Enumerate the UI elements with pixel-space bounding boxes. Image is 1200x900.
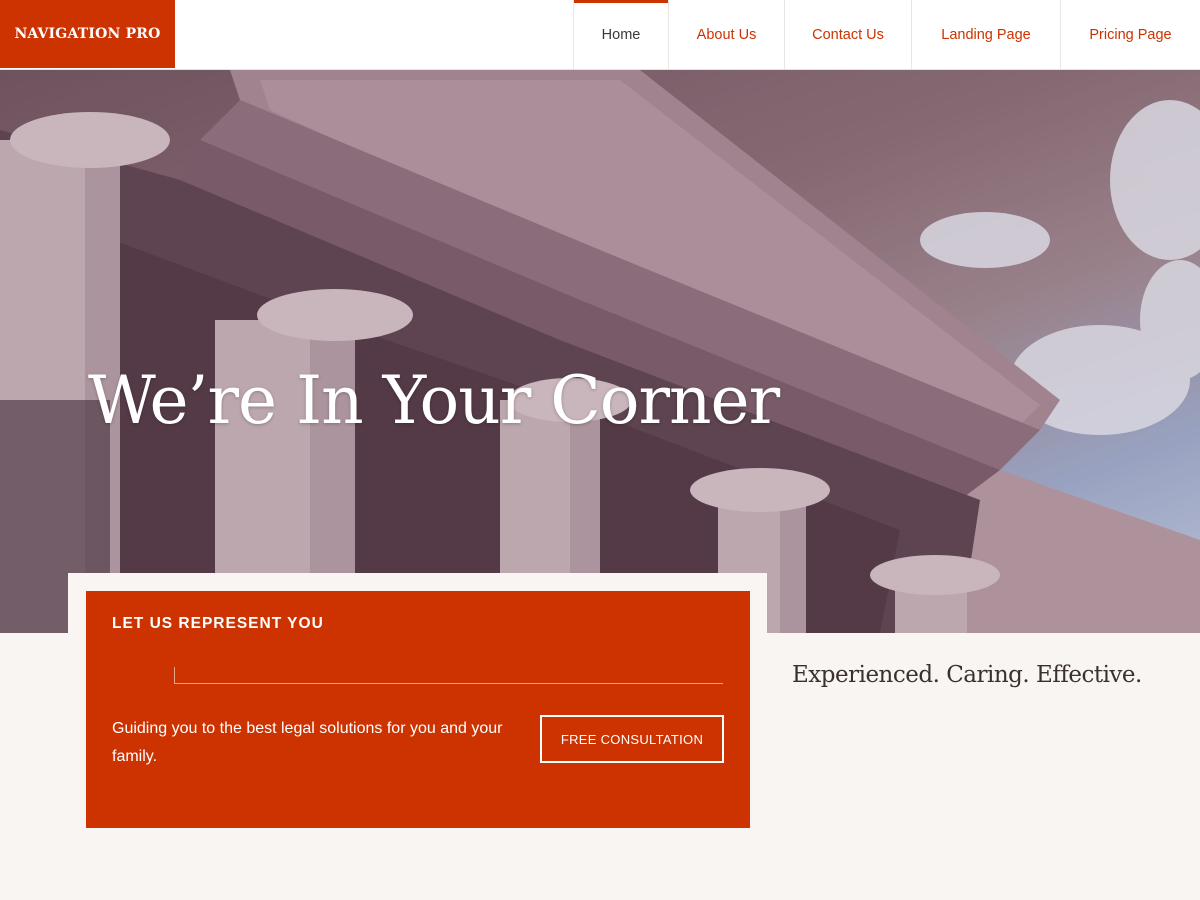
card-eyebrow: LET US REPRESENT YOU xyxy=(112,615,324,632)
nav-item-label: Contact Us xyxy=(812,26,884,43)
nav-item-home[interactable]: Home xyxy=(573,0,668,69)
nav-item-about-us[interactable]: About Us xyxy=(668,0,784,69)
main-nav: Home About Us Contact Us Landing Page Pr… xyxy=(573,0,1200,69)
courthouse-photo xyxy=(0,70,1200,633)
nav-item-label: Home xyxy=(601,26,641,43)
nav-item-contact-us[interactable]: Contact Us xyxy=(784,0,911,69)
logo-text: NAVIGATION PRO xyxy=(14,26,161,42)
nav-item-landing-page[interactable]: Landing Page xyxy=(911,0,1060,69)
nav-item-pricing-page[interactable]: Pricing Page xyxy=(1060,0,1200,69)
site-header: NAVIGATION PRO Home About Us Contact Us … xyxy=(0,0,1200,70)
nav-item-label: Landing Page xyxy=(941,26,1031,43)
tagline: Experienced. Caring. Effective. xyxy=(792,662,1142,688)
representation-card: LET US REPRESENT YOU Guiding you to the … xyxy=(86,591,750,828)
hero-banner: We’re In Your Corner xyxy=(0,70,1200,633)
nav-item-label: Pricing Page xyxy=(1089,26,1172,43)
card-divider xyxy=(174,667,723,684)
free-consultation-button[interactable]: FREE CONSULTATION xyxy=(540,715,724,763)
site-logo[interactable]: NAVIGATION PRO xyxy=(0,0,175,68)
nav-item-label: About Us xyxy=(696,26,757,43)
hero-title: We’re In Your Corner xyxy=(88,362,780,439)
card-description: Guiding you to the best legal solutions … xyxy=(112,720,503,765)
